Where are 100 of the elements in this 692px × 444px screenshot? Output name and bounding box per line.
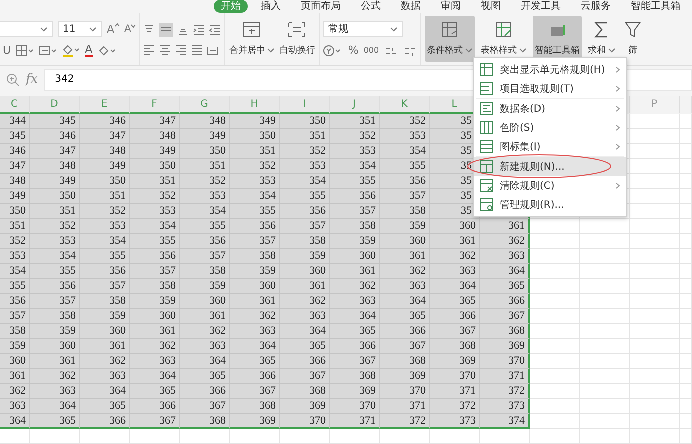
table-cell: 366 — [480, 294, 530, 309]
percent-button[interactable]: % — [348, 44, 359, 57]
table-cell: 352 — [0, 234, 30, 249]
table-cell: 367 — [480, 309, 530, 324]
table-cell: 360 — [380, 234, 430, 249]
table-cell: 352 — [130, 189, 180, 204]
grid-icon — [480, 82, 494, 96]
ribbon-tab[interactable]: 公式 — [354, 0, 388, 13]
table-cell: 354 — [30, 249, 80, 264]
currency-icon[interactable] — [323, 44, 344, 56]
table-cell: 358 — [30, 309, 80, 324]
table-cell: 367 — [430, 324, 480, 339]
table-cell: 359 — [230, 264, 280, 279]
down-caret-icon — [131, 24, 136, 28]
table-cell: 352 — [180, 174, 230, 189]
ribbon-button[interactable]: 条件格式 — [425, 16, 476, 62]
grid-icon — [480, 102, 494, 116]
decrease-font-button[interactable]: A — [124, 24, 136, 34]
increase-font-button[interactable]: A — [107, 22, 120, 36]
number-format-field[interactable]: 常规 — [323, 21, 404, 37]
table-cell: 350 — [230, 129, 280, 144]
indent-increase-icon[interactable] — [209, 24, 222, 36]
table-cell: 354 — [380, 144, 430, 159]
ribbon-button[interactable]: 表格样式 — [479, 16, 530, 62]
table-cell: 364 — [80, 384, 130, 399]
align-left-icon[interactable] — [143, 44, 156, 56]
table-cell: 360 — [0, 354, 30, 369]
table-cell: 366 — [380, 324, 430, 339]
table-cell: 355 — [180, 219, 230, 234]
table-cell: 358 — [130, 279, 180, 294]
table-cell: 367 — [380, 339, 430, 354]
ribbon-tab[interactable]: 页面布局 — [294, 0, 348, 13]
table-cell: 364 — [230, 339, 280, 354]
table-cell: 357 — [180, 249, 230, 264]
eraser-icon[interactable] — [98, 44, 116, 56]
table-cell: 370 — [380, 384, 430, 399]
table-cell: 363 — [330, 294, 380, 309]
cell-style-icon[interactable] — [39, 44, 58, 56]
table-cell: 356 — [330, 189, 380, 204]
align-right-icon[interactable] — [175, 44, 188, 56]
grid-icon — [480, 178, 494, 192]
table-cell: 353 — [130, 204, 180, 219]
font-size-field[interactable]: 11 — [58, 21, 102, 37]
menu-item[interactable]: 数据条(D) — [474, 99, 626, 118]
table-cell: 346 — [30, 129, 80, 144]
table-cell: 364 — [30, 399, 80, 414]
thousands-button[interactable]: 000 — [364, 46, 380, 55]
justify-icon[interactable] — [191, 44, 204, 56]
ribbon-tab[interactable]: 视图 — [474, 0, 508, 13]
font-color-button[interactable]: A — [85, 44, 93, 57]
table-cell: 365 — [380, 309, 430, 324]
ribbon-tab[interactable]: 审阅 — [434, 0, 468, 13]
align-center-icon[interactable] — [159, 44, 172, 56]
ribbon-tab[interactable]: 数据 — [394, 0, 428, 13]
table-cell: 366 — [230, 369, 280, 384]
ribbon-tab[interactable]: 插入 — [254, 0, 288, 13]
font-name-field[interactable] — [0, 21, 53, 37]
table-cell: 356 — [380, 174, 430, 189]
underline-button[interactable]: U — [3, 44, 12, 57]
ribbon-tab[interactable]: 云服务 — [574, 0, 618, 13]
table-cell: 363 — [30, 384, 80, 399]
table-cell: 358 — [380, 204, 430, 219]
zoom-icon[interactable] — [6, 72, 20, 86]
table-cell: 347 — [80, 129, 130, 144]
table-cell: 363 — [80, 369, 130, 384]
ribbon-button[interactable]: 求和 — [586, 16, 618, 62]
table-cell: 360 — [330, 249, 380, 264]
align-middle-icon[interactable] — [159, 22, 174, 36]
table-cell: 368 — [430, 339, 480, 354]
table-cell: 357 — [0, 309, 30, 324]
ribbon-tab[interactable]: 智能工具箱 — [624, 0, 688, 13]
table-cell: 367 — [330, 354, 380, 369]
indent-decrease-icon[interactable] — [193, 24, 206, 36]
table-cell: 364 — [380, 294, 430, 309]
table-cell: 356 — [0, 294, 30, 309]
table-cell: 353 — [380, 129, 430, 144]
table-cell: 353 — [30, 234, 80, 249]
table-cell: 365 — [180, 369, 230, 384]
table-cell: 354 — [0, 264, 30, 279]
table-cell: 361 — [180, 309, 230, 324]
ribbon-button[interactable]: 筛 — [622, 16, 644, 62]
align-top-icon[interactable] — [143, 24, 156, 36]
table-cell: 373 — [430, 414, 480, 429]
table-cell: 356 — [80, 264, 130, 279]
ribbon-button[interactable]: 合并居中 — [228, 22, 276, 56]
border-icon[interactable] — [16, 44, 34, 56]
table-cell: 362 — [430, 249, 480, 264]
table-cell: 363 — [180, 339, 230, 354]
fill-bucket-icon[interactable] — [62, 44, 80, 57]
ribbon-tab[interactable]: 开发工具 — [514, 0, 568, 13]
table-cell: 367 — [130, 414, 180, 429]
ribbon-button[interactable]: 自动换行 — [278, 22, 316, 56]
wrap-text-icon — [288, 22, 306, 38]
table-cell: 362 — [130, 339, 180, 354]
table-cell: 356 — [280, 204, 330, 219]
table-cell: 369 — [430, 354, 480, 369]
table-cell: 362 — [230, 309, 280, 324]
table-cell: 361 — [230, 294, 280, 309]
table-cell: 373 — [480, 399, 530, 414]
table-cell: 356 — [130, 249, 180, 264]
